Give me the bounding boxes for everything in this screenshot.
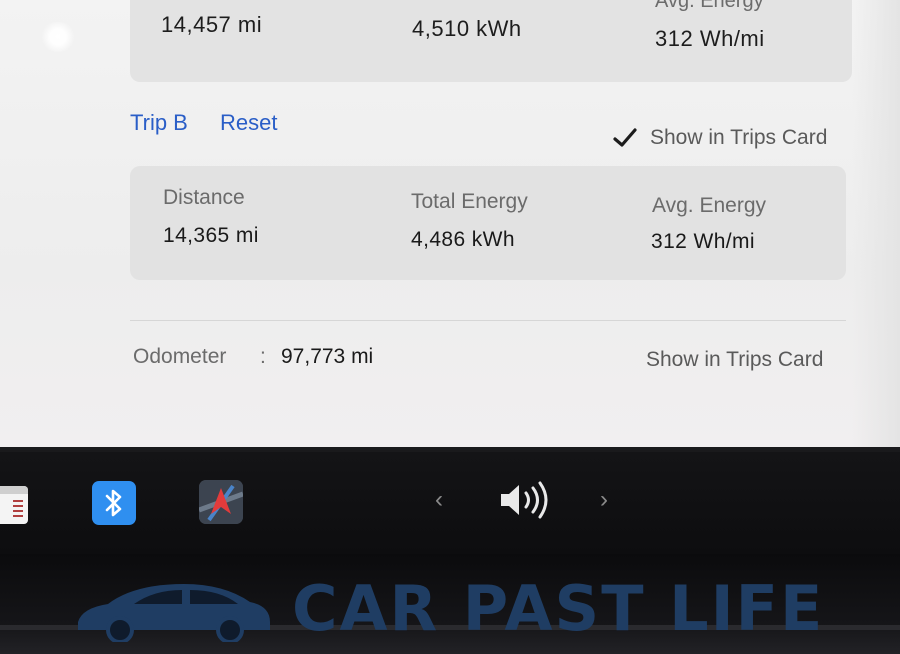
odometer-show-in-trips-card-toggle[interactable]: Show in Trips Card [646,348,823,372]
volume-icon[interactable] [498,480,552,520]
car-logo-icon [78,584,270,642]
show-in-trips-card-label: Show in Trips Card [650,126,828,149]
trip-b-energy-value: 4,486 kWh [411,228,515,251]
bluetooth-icon[interactable] [92,481,136,525]
watermark-text: CAR PAST LIFE [292,572,825,645]
trip-b-show-in-trips-card-toggle[interactable]: Show in Trips Card [612,123,827,153]
calendar-icon[interactable] [0,486,28,524]
checkmark-icon [613,128,637,147]
reset-trip-b-button[interactable]: Reset [220,110,277,136]
trip-b-distance-label: Distance [163,186,245,209]
odometer-label: Odometer [133,345,227,368]
screen-glare [40,22,76,52]
screen-edge-shadow [852,0,900,448]
trip-b-avg-label: Avg. Energy [652,194,767,217]
trip-b-energy-label: Total Energy [411,190,528,213]
trip-b-title: Trip B [130,110,188,135]
odometer-value: 97,773 mi [281,345,374,368]
navigation-icon[interactable] [199,480,243,524]
trip-a-avg-value: 312 Wh/mi [655,26,765,51]
trip-a-stats-card: 14,457 mi 4,510 kWh Avg. Energy 312 Wh/m… [130,0,852,82]
trips-screen: 14,457 mi 4,510 kWh Avg. Energy 312 Wh/m… [0,0,900,448]
chevron-right-icon[interactable]: › [600,486,608,514]
trip-a-energy-value: 4,510 kWh [412,16,522,41]
trip-a-avg-label: Avg. Energy [655,0,764,12]
trip-b-stats-card: Distance 14,365 mi Total Energy 4,486 kW… [130,166,846,280]
section-divider [130,320,846,321]
odometer-separator: : [260,345,266,368]
chevron-left-icon[interactable]: ‹ [435,486,443,514]
trip-b-distance-value: 14,365 mi [163,224,259,247]
trip-b-avg-value: 312 Wh/mi [651,230,755,253]
trip-a-distance-value: 14,457 mi [161,12,263,37]
